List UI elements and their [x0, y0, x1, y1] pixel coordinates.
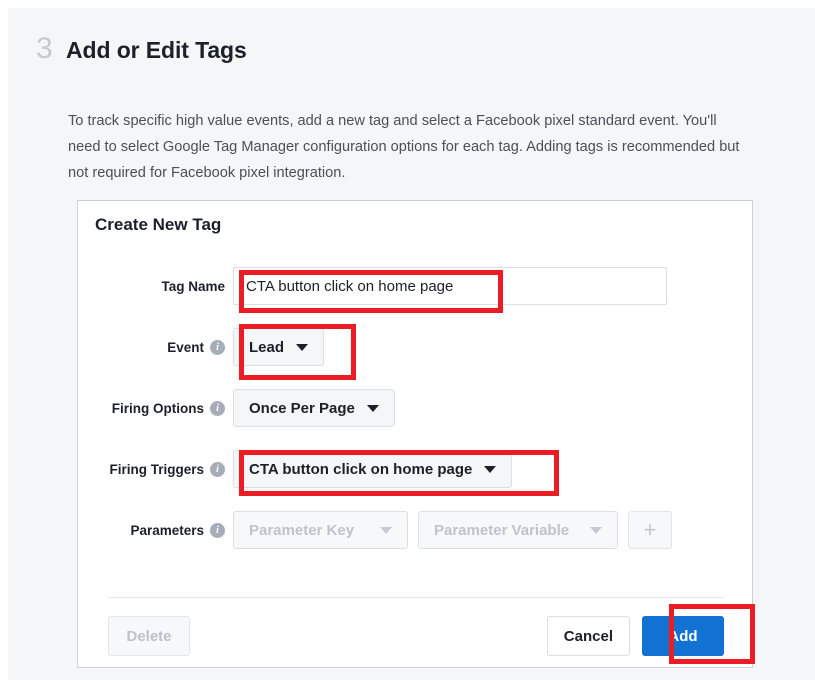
firing-options-label-text: Firing Options — [111, 400, 204, 416]
chevron-down-icon — [484, 465, 497, 473]
form-row-firing-options: Firing Options i Once Per Page — [78, 385, 752, 431]
tag-name-label: Tag Name — [161, 278, 225, 294]
firing-options-control: Once Per Page — [233, 389, 395, 427]
tag-name-input[interactable] — [233, 267, 667, 305]
delete-button[interactable]: Delete — [108, 616, 190, 656]
cancel-button[interactable]: Cancel — [546, 616, 630, 656]
form-row-firing-triggers: Firing Triggers i CTA button click on ho… — [78, 446, 752, 492]
footer-divider — [108, 597, 724, 598]
info-icon[interactable]: i — [210, 461, 225, 477]
event-label-text: Event — [167, 339, 204, 355]
page-container: 3 Add or Edit Tags To track specific hig… — [8, 8, 815, 680]
firing-triggers-dropdown[interactable]: CTA button click on home page — [233, 450, 513, 488]
event-label: Event i — [78, 339, 233, 355]
info-icon[interactable]: i — [210, 400, 225, 416]
firing-triggers-label: Firing Triggers i — [78, 461, 233, 477]
tag-name-control — [233, 267, 667, 305]
plus-icon[interactable]: + — [628, 511, 672, 549]
event-dropdown-value: Lead — [249, 338, 285, 356]
parameters-control: Parameter Key Parameter Variable + — [233, 511, 672, 549]
step-header: 3 Add or Edit Tags — [36, 34, 247, 64]
firing-triggers-label-text: Firing Triggers — [109, 461, 204, 477]
footer-actions: Cancel Add — [546, 616, 724, 656]
chevron-down-icon — [366, 404, 379, 412]
firing-options-label: Firing Options i — [78, 400, 233, 416]
event-control: Lead — [233, 328, 325, 366]
firing-options-dropdown-value: Once Per Page — [249, 399, 355, 417]
create-new-tag-card: Create New Tag Tag Name Event i Lead — [77, 200, 753, 668]
firing-triggers-control: CTA button click on home page — [233, 450, 513, 488]
tag-form: Tag Name Event i Lead — [78, 263, 752, 568]
parameters-label: Parameters i — [78, 522, 233, 538]
add-button[interactable]: Add — [642, 616, 724, 656]
parameter-key-dropdown[interactable]: Parameter Key — [233, 511, 408, 549]
parameter-variable-dropdown[interactable]: Parameter Variable — [418, 511, 618, 549]
event-dropdown[interactable]: Lead — [233, 328, 325, 366]
parameters-label-text: Parameters — [130, 522, 204, 538]
firing-triggers-dropdown-value: CTA button click on home page — [249, 460, 473, 478]
chevron-down-icon — [296, 343, 309, 351]
parameter-key-placeholder: Parameter Key — [249, 521, 355, 539]
step-number: 3 — [36, 32, 53, 65]
form-row-event: Event i Lead — [78, 324, 752, 370]
parameter-variable-placeholder: Parameter Variable — [434, 521, 570, 539]
card-title: Create New Tag — [95, 215, 222, 234]
card-footer: Delete Cancel Add — [108, 615, 724, 657]
firing-options-dropdown[interactable]: Once Per Page — [233, 389, 395, 427]
form-row-tag-name: Tag Name — [78, 263, 752, 309]
info-icon[interactable]: i — [210, 339, 225, 355]
form-row-parameters: Parameters i Parameter Key Parameter Var… — [78, 507, 752, 553]
page-title: Add or Edit Tags — [66, 37, 247, 63]
chevron-down-icon — [590, 526, 602, 534]
info-icon[interactable]: i — [210, 522, 225, 538]
step-description: To track specific high value events, add… — [68, 113, 740, 181]
chevron-down-icon — [380, 526, 392, 534]
